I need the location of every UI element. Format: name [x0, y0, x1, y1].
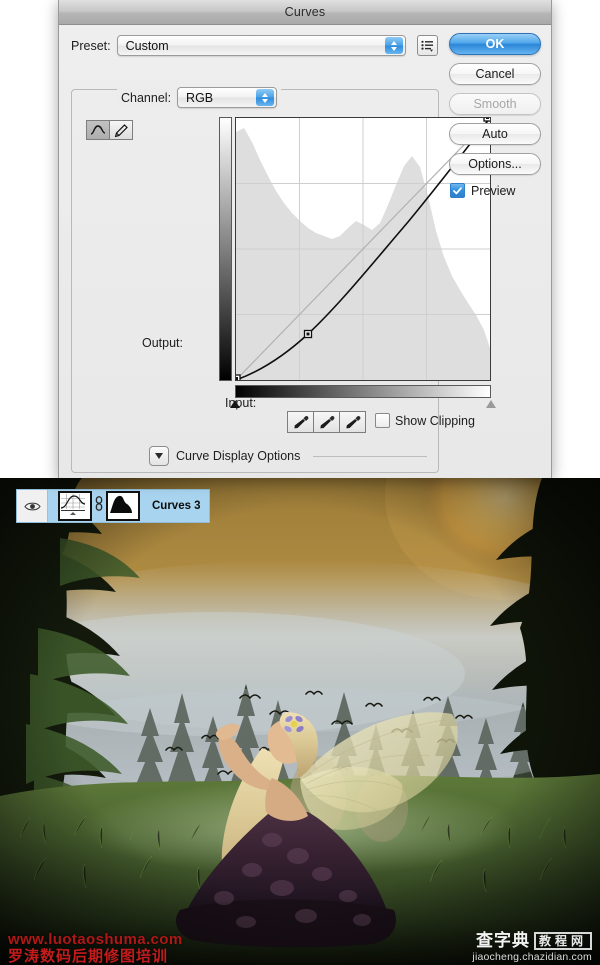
chevron-updown-icon — [256, 89, 275, 106]
set-gray-point-eyedropper[interactable] — [313, 412, 339, 432]
eyedropper-icon — [319, 416, 334, 429]
channel-row: Channel: RGB — [117, 87, 282, 108]
watermark-left-url: www.luotaoshuma.com — [8, 931, 183, 948]
preset-menu-button[interactable] — [416, 35, 438, 56]
auto-button[interactable]: Auto — [449, 123, 541, 145]
smooth-button[interactable]: Smooth — [449, 93, 541, 115]
preview-row[interactable]: Preview — [450, 183, 541, 198]
mask-thumbnail-icon — [108, 493, 134, 515]
separator-rule — [313, 456, 427, 457]
dialog-button-column: OK Cancel Smooth Auto Options... Preview — [449, 33, 541, 198]
fairy-forest-artwork — [0, 478, 600, 965]
link-icon[interactable] — [95, 496, 103, 516]
curve-display-options-label: Curve Display Options — [176, 449, 301, 463]
input-label: Input: — [225, 396, 257, 410]
checkmark-icon — [453, 186, 462, 194]
preset-value: Custom — [125, 38, 169, 53]
watermark-right-brand: 查字典 — [475, 931, 530, 950]
output-label: Output: — [142, 336, 183, 350]
document-canvas-image — [0, 478, 600, 965]
chain-link-icon — [95, 496, 103, 511]
preset-label: Preset: — [71, 38, 111, 53]
watermark-right-url: jiaocheng.chazidian.com — [472, 951, 592, 963]
options-button[interactable]: Options... — [449, 153, 541, 175]
layer-name: Curves 3 — [152, 500, 201, 512]
curve-point-tool-button[interactable] — [87, 121, 109, 139]
eyedropper-group — [287, 411, 366, 433]
curves-thumbnail-icon — [60, 493, 86, 515]
disclosure-triangle-icon[interactable] — [149, 446, 169, 466]
curves-dialog: Curves Preset: Custom Channel: RGB Outpu… — [58, 0, 552, 478]
output-gradient-bar — [219, 117, 232, 381]
curve-pencil-icon — [90, 125, 106, 135]
eyedropper-icon — [293, 416, 308, 429]
show-clipping-checkbox[interactable] — [375, 413, 390, 428]
ok-button[interactable]: OK — [449, 33, 541, 55]
watermark-right: 查字典 教程网 jiaocheng.chazidian.com — [472, 932, 592, 964]
chevron-updown-icon — [384, 37, 403, 54]
white-point-slider[interactable] — [486, 400, 496, 408]
channel-value: RGB — [186, 90, 214, 105]
curve-tool-group — [86, 120, 133, 140]
layer-mask-thumbnail[interactable] — [106, 491, 140, 521]
preview-checkbox[interactable] — [450, 183, 465, 198]
watermark-left-text: 罗涛数码后期修图培训 — [8, 948, 169, 965]
channel-label: Channel: — [121, 90, 172, 105]
list-menu-icon — [421, 40, 433, 52]
channel-dropdown[interactable]: RGB — [177, 87, 278, 108]
layer-visibility-toggle[interactable] — [17, 490, 48, 522]
layer-row-curves-3[interactable]: Curves 3 — [16, 489, 210, 523]
preset-dropdown[interactable]: Custom — [116, 35, 406, 56]
eye-icon — [23, 502, 41, 510]
dialog-title: Curves — [284, 5, 326, 19]
show-clipping-label: Show Clipping — [395, 413, 475, 428]
curves-adjustment-thumbnail[interactable] — [58, 491, 92, 521]
preset-row: Preset: Custom — [71, 35, 438, 56]
watermark-right-boxed: 教程网 — [533, 932, 592, 950]
set-white-point-eyedropper[interactable] — [339, 412, 365, 432]
pencil-tool-button[interactable] — [109, 121, 132, 139]
preview-label: Preview — [471, 183, 516, 198]
pencil-icon — [114, 123, 128, 137]
cancel-button[interactable]: Cancel — [449, 63, 541, 85]
eyedropper-icon — [345, 416, 360, 429]
input-gradient-bar — [235, 385, 491, 398]
set-black-point-eyedropper[interactable] — [288, 412, 313, 432]
watermark-left: www.luotaoshuma.com 罗涛数码后期修图培训 — [8, 932, 183, 965]
curve-display-options-row[interactable]: Curve Display Options — [149, 446, 427, 466]
dialog-titlebar[interactable]: Curves — [59, 0, 551, 25]
show-clipping-row[interactable]: Show Clipping — [375, 413, 475, 428]
screenshot-root: Curves 3 www.luotaoshuma.com 罗涛数码后期修图培训 … — [0, 0, 600, 965]
